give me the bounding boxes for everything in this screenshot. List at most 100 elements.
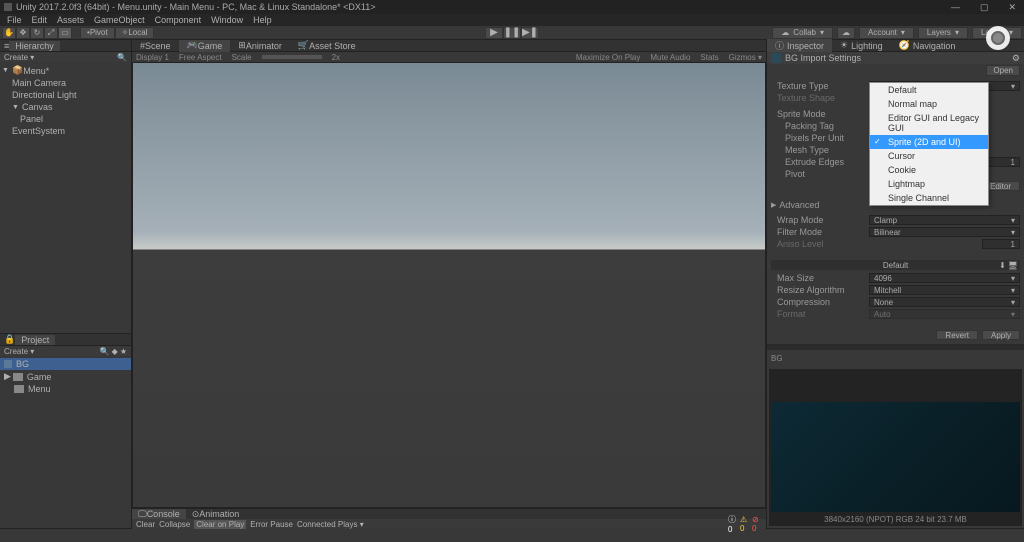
mesh-type-label: Mesh Type <box>771 145 869 155</box>
dropdown-item-default[interactable]: Default <box>870 83 988 97</box>
console-error-pause[interactable]: Error Pause <box>250 520 293 529</box>
aniso-level-input[interactable]: 1 <box>982 239 1020 249</box>
account-dropdown[interactable]: Account ▾ <box>859 27 914 39</box>
dropdown-item-lightmap[interactable]: Lightmap <box>870 177 988 191</box>
collab-dropdown[interactable]: ☁ Collab ▾ <box>772 27 833 39</box>
local-toggle[interactable]: ✧Local <box>115 27 155 39</box>
folder-icon <box>13 373 23 381</box>
move-tool[interactable]: ✥ <box>16 27 30 39</box>
filter-mode-dropdown[interactable]: Bilinear▾ <box>869 227 1020 237</box>
project-item-bg[interactable]: BG <box>0 358 131 370</box>
download-icon[interactable]: ⬇ <box>999 261 1006 270</box>
bg-preview-label: BG <box>767 350 1024 367</box>
menu-file[interactable]: File <box>2 15 27 25</box>
dropdown-item-cookie[interactable]: Cookie <box>870 163 988 177</box>
dropdown-item-editor-gui[interactable]: Editor GUI and Legacy GUI <box>870 111 988 135</box>
unity-icon <box>4 3 12 11</box>
hierarchy-item[interactable]: EventSystem <box>0 125 131 137</box>
warning-icon[interactable]: ⚠ 0 <box>740 520 750 528</box>
project-filter-icon[interactable]: ◆ <box>112 347 118 356</box>
project-star-icon[interactable]: ★ <box>120 347 127 356</box>
menu-help[interactable]: Help <box>248 15 277 25</box>
tab-inspector[interactable]: ⓘ Inspector <box>767 39 832 52</box>
accessibility-icon[interactable] <box>986 26 1010 50</box>
scale-tool[interactable]: ⤢ <box>44 27 58 39</box>
tab-scene[interactable]: # Scene <box>132 40 179 52</box>
scale-label: Scale <box>232 53 252 62</box>
project-search-icon[interactable]: 🔍 <box>100 347 110 356</box>
maximize-button[interactable]: ▢ <box>976 2 993 13</box>
tab-asset-store[interactable]: 🛒 Asset Store <box>290 40 364 52</box>
hierarchy-search[interactable]: 🔍 <box>117 53 127 62</box>
maximize-toggle[interactable]: Maximize On Play <box>576 53 640 62</box>
step-button[interactable]: ▶❚ <box>521 27 539 39</box>
stats-toggle[interactable]: Stats <box>700 53 718 62</box>
platform-default-tab[interactable]: Default ⬇ 🖥 <box>771 260 1020 270</box>
error-icon[interactable]: ⊘ 0 <box>752 520 762 528</box>
project-item-game[interactable]: ▶Game <box>0 370 131 383</box>
tab-animator[interactable]: ⊞ Animator <box>230 40 290 52</box>
display-dropdown[interactable]: Display 1 <box>136 53 169 62</box>
hierarchy-tab[interactable]: ≡ Hierarchy <box>0 40 131 52</box>
hierarchy-create[interactable]: Create ▾ <box>4 53 34 62</box>
pivot-label: Pivot <box>771 169 869 179</box>
console-clear[interactable]: Clear <box>136 520 155 529</box>
mute-toggle[interactable]: Mute Audio <box>650 53 690 62</box>
wrap-mode-dropdown[interactable]: Clamp▾ <box>869 215 1020 225</box>
revert-button[interactable]: Revert <box>936 330 978 340</box>
dropdown-item-single-channel[interactable]: Single Channel <box>870 191 988 205</box>
tab-console[interactable]: 🖵 Console <box>132 509 186 519</box>
dropdown-item-sprite[interactable]: ✓Sprite (2D and UI) <box>870 135 988 149</box>
menu-assets[interactable]: Assets <box>52 15 89 25</box>
dropdown-item-cursor[interactable]: Cursor <box>870 149 988 163</box>
menu-component[interactable]: Component <box>150 15 207 25</box>
cloud-button[interactable]: ☁ <box>837 27 855 39</box>
menu-gameobject[interactable]: GameObject <box>89 15 150 25</box>
hierarchy-item[interactable]: Directional Light <box>0 89 131 101</box>
tab-animation[interactable]: ⊙ Animation <box>186 509 246 519</box>
console-clear-on-play[interactable]: Clear on Play <box>194 520 246 529</box>
rect-tool[interactable]: ▭ <box>58 27 72 39</box>
hierarchy-item[interactable]: ▼Canvas <box>0 101 131 113</box>
rotate-tool[interactable]: ↻ <box>30 27 44 39</box>
aniso-level-label: Aniso Level <box>771 239 869 249</box>
sprite-mode-label: Sprite Mode <box>771 109 869 119</box>
hierarchy-item[interactable]: Panel <box>0 113 131 125</box>
gizmos-dropdown[interactable]: Gizmos ▾ <box>729 53 762 62</box>
tab-navigation[interactable]: 🧭 Navigation <box>891 40 964 51</box>
project-tab[interactable]: 🔒 Project <box>0 334 131 346</box>
tab-game[interactable]: 🎮 Game <box>179 40 231 52</box>
layers-dropdown[interactable]: Layers ▾ <box>918 27 968 39</box>
info-icon[interactable]: ⓘ 0 <box>728 520 738 528</box>
texture-shape-label: Texture Shape <box>771 93 869 103</box>
minimize-button[interactable]: — <box>947 2 964 13</box>
play-button[interactable]: ▶ <box>485 27 503 39</box>
view-tabs: # Scene 🎮 Game ⊞ Animator 🛒 Asset Store <box>132 40 766 52</box>
scale-slider[interactable] <box>262 55 322 59</box>
resize-algorithm-dropdown[interactable]: Mitchell▾ <box>869 285 1020 295</box>
console-collapse[interactable]: Collapse <box>159 520 190 529</box>
status-bar <box>0 528 1024 542</box>
apply-button[interactable]: Apply <box>982 330 1020 340</box>
menu-edit[interactable]: Edit <box>27 15 53 25</box>
pc-icon[interactable]: 🖥 <box>1008 261 1018 270</box>
dropdown-item-normal[interactable]: Normal map <box>870 97 988 111</box>
project-item-menu[interactable]: Menu <box>0 383 131 395</box>
project-create[interactable]: Create ▾ <box>4 347 34 356</box>
close-button[interactable]: ✕ <box>1004 2 1020 13</box>
console-connected-plays[interactable]: Connected Plays ▾ <box>297 520 364 529</box>
scene-item[interactable]: ▼📦 Menu* <box>0 64 131 77</box>
hand-tool[interactable]: ✋ <box>2 27 16 39</box>
hierarchy-item[interactable]: Main Camera <box>0 77 131 89</box>
tab-lighting[interactable]: ☀ Lighting <box>832 40 891 51</box>
resize-algorithm-label: Resize Algorithm <box>771 285 869 295</box>
compression-dropdown[interactable]: None▾ <box>869 297 1020 307</box>
format-dropdown[interactable]: Auto▾ <box>869 309 1020 319</box>
pivot-toggle[interactable]: •Pivot <box>80 27 115 39</box>
pause-button[interactable]: ❚❚ <box>503 27 521 39</box>
settings-icon[interactable]: ⚙ <box>1012 53 1020 64</box>
aspect-dropdown[interactable]: Free Aspect <box>179 53 222 62</box>
max-size-dropdown[interactable]: 4096▾ <box>869 273 1020 283</box>
preview-info: 3840x2160 (NPOT) RGB 24 bit 23.7 MB <box>769 515 1022 524</box>
menu-window[interactable]: Window <box>206 15 248 25</box>
